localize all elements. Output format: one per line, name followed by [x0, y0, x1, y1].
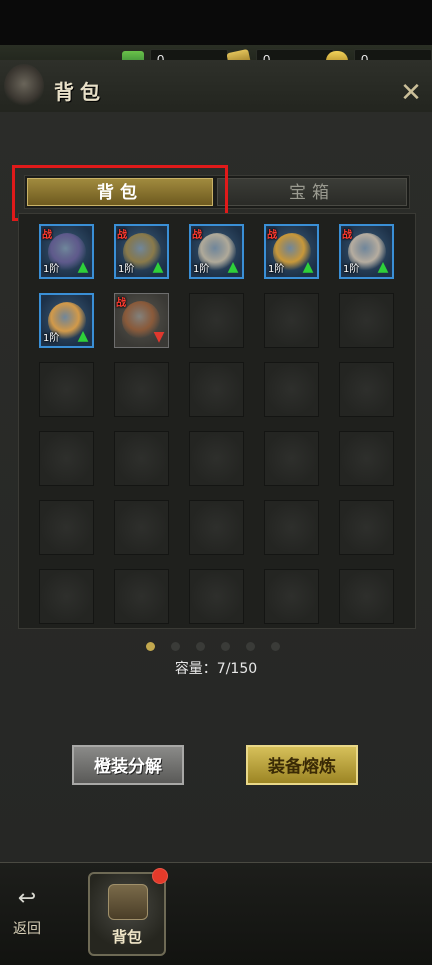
empty-inventory-slot[interactable]	[264, 500, 319, 555]
item-class-tag: 战	[116, 298, 126, 309]
page-dot[interactable]	[271, 642, 280, 651]
empty-inventory-slot[interactable]	[189, 362, 244, 417]
empty-inventory-slot[interactable]	[189, 431, 244, 486]
page-title: 背包	[54, 80, 106, 104]
empty-inventory-slot[interactable]	[39, 431, 94, 486]
item-level-tag: 1阶	[343, 264, 360, 275]
item-level-tag: 1阶	[193, 264, 210, 275]
inventory-item-slot[interactable]: 1阶 ▲	[39, 293, 94, 348]
page-indicator	[146, 642, 280, 652]
item-class-tag: 战	[117, 230, 127, 241]
empty-inventory-slot[interactable]	[339, 569, 394, 624]
inventory-item-slot[interactable]: 战 1阶 ▲	[339, 224, 394, 279]
upgrade-arrow-icon: ▲	[77, 259, 89, 275]
downgrade-arrow-icon: ▼	[153, 329, 165, 345]
empty-inventory-slot[interactable]	[114, 500, 169, 555]
inventory-item-slot[interactable]: 战 1阶 ▲	[114, 224, 169, 279]
empty-inventory-slot[interactable]	[39, 569, 94, 624]
empty-inventory-slot[interactable]	[189, 500, 244, 555]
item-class-tag: 战	[42, 230, 52, 241]
empty-inventory-slot[interactable]	[264, 293, 319, 348]
inventory-grid: 战 1阶 ▲ 战 1阶 ▲ 战 1阶 ▲ 战 1阶 ▲ 战 1阶 ▲ 1阶 ▲ 战 ▼	[18, 213, 416, 629]
status-bar-area	[0, 0, 432, 45]
empty-inventory-slot[interactable]	[114, 431, 169, 486]
inventory-item-slot[interactable]: 战 1阶 ▲	[264, 224, 319, 279]
tab-chest[interactable]: 宝箱	[217, 178, 407, 206]
empty-inventory-slot[interactable]	[189, 293, 244, 348]
notification-dot	[152, 868, 168, 884]
empty-inventory-slot[interactable]	[339, 293, 394, 348]
bottom-nav	[0, 862, 432, 965]
item-class-tag: 战	[192, 230, 202, 241]
empty-inventory-slot[interactable]	[189, 569, 244, 624]
page-dot[interactable]	[221, 642, 230, 651]
item-level-tag: 1阶	[118, 264, 135, 275]
empty-inventory-slot[interactable]	[264, 431, 319, 486]
item-level-tag: 1阶	[268, 264, 285, 275]
empty-inventory-slot[interactable]	[339, 362, 394, 417]
inventory-item-slot[interactable]: 战 1阶 ▲	[189, 224, 244, 279]
empty-inventory-slot[interactable]	[264, 362, 319, 417]
upgrade-arrow-icon: ▲	[152, 259, 164, 275]
back-arrow-icon: ↩	[17, 886, 37, 911]
empty-inventory-slot[interactable]	[39, 500, 94, 555]
bag-nav-button[interactable]: 背包	[88, 872, 166, 956]
upgrade-arrow-icon: ▲	[377, 259, 389, 275]
item-class-tag: 战	[342, 230, 352, 241]
dragon-emblem-icon	[4, 64, 44, 108]
empty-inventory-slot[interactable]	[339, 500, 394, 555]
close-button[interactable]: ✕	[398, 80, 424, 106]
back-label: 返回	[13, 921, 41, 937]
page-dot[interactable]	[171, 642, 180, 651]
page-dot[interactable]	[246, 642, 255, 651]
item-class-tag: 战	[267, 230, 277, 241]
empty-inventory-slot[interactable]	[264, 569, 319, 624]
page-dot[interactable]	[196, 642, 205, 651]
decompose-orange-gear-button[interactable]: 橙装分解	[72, 745, 184, 785]
bag-nav-label: 背包	[111, 928, 142, 946]
empty-inventory-slot[interactable]	[114, 569, 169, 624]
upgrade-arrow-icon: ▲	[302, 259, 314, 275]
inventory-item-slot[interactable]: 战 1阶 ▲	[39, 224, 94, 279]
item-level-tag: 1阶	[43, 333, 60, 344]
item-level-tag: 1阶	[43, 264, 60, 275]
capacity-label: 容量：7/150	[174, 661, 258, 677]
back-button[interactable]: ↩ 返回	[4, 888, 50, 948]
upgrade-arrow-icon: ▲	[227, 259, 239, 275]
inventory-item-slot[interactable]: 战 ▼	[114, 293, 169, 348]
page-dot[interactable]	[146, 642, 155, 651]
empty-inventory-slot[interactable]	[114, 362, 169, 417]
empty-inventory-slot[interactable]	[39, 362, 94, 417]
smelt-equipment-button[interactable]: 装备熔炼	[246, 745, 358, 785]
upgrade-arrow-icon: ▲	[77, 328, 89, 344]
treasure-bag-icon	[108, 884, 148, 920]
empty-inventory-slot[interactable]	[339, 431, 394, 486]
